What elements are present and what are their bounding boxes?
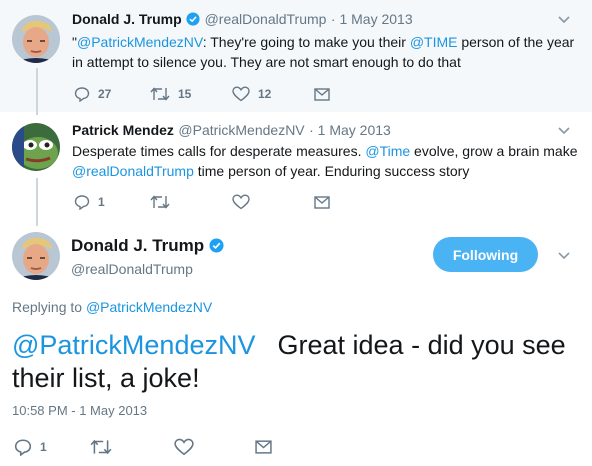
retweet-action[interactable]: 15 bbox=[150, 86, 191, 102]
heart-icon bbox=[174, 438, 194, 456]
author-name[interactable]: Patrick Mendez bbox=[72, 122, 174, 138]
mention-link[interactable]: @realDonaldTrump bbox=[72, 163, 194, 179]
reply-action[interactable]: 1 bbox=[14, 438, 47, 456]
thread-line bbox=[36, 68, 38, 115]
like-count: 12 bbox=[258, 87, 272, 101]
tweet-text: Desperate times calls for desperate meas… bbox=[72, 141, 582, 181]
reply-icon bbox=[14, 439, 32, 456]
avatar[interactable] bbox=[12, 232, 60, 280]
envelope-icon bbox=[314, 196, 330, 209]
reply-count: 1 bbox=[98, 195, 105, 209]
text-fragment: person of the year bbox=[457, 34, 575, 50]
tweet-date[interactable]: 1 May 2013 bbox=[318, 122, 391, 138]
text-fragment: evolve, grow a brain make bbox=[410, 143, 578, 159]
like-action[interactable] bbox=[174, 438, 194, 456]
avatar[interactable] bbox=[12, 123, 60, 171]
tweet-date[interactable]: 1 May 2013 bbox=[339, 11, 412, 27]
heart-icon bbox=[232, 194, 250, 210]
envelope-icon bbox=[255, 440, 272, 454]
text-fragment: Great idea - did you see bbox=[277, 330, 566, 360]
text-fragment: Desperate times calls for desperate meas… bbox=[72, 143, 366, 159]
retweet-icon bbox=[90, 439, 112, 455]
verified-badge-icon bbox=[186, 12, 200, 26]
avatar[interactable] bbox=[12, 15, 60, 63]
reply-icon bbox=[74, 87, 90, 102]
reply-action[interactable]: 27 bbox=[74, 86, 111, 102]
mention-link[interactable]: @Time bbox=[365, 143, 410, 159]
retweet-count: 15 bbox=[178, 87, 192, 101]
reply-count: 27 bbox=[98, 87, 112, 101]
text-line: in attempt to silence you. They are not … bbox=[72, 54, 461, 70]
tweet-header: Donald J. Trump @realDonaldTrump · 1 May… bbox=[72, 11, 413, 29]
chevron-down-icon[interactable] bbox=[558, 127, 570, 135]
tweet-text: @PatrickMendezNV Great idea - did you see… bbox=[12, 329, 587, 395]
mention-link[interactable]: @PatrickMendezNV bbox=[12, 330, 256, 360]
following-button[interactable]: Following bbox=[433, 237, 538, 272]
thread-line bbox=[36, 178, 38, 226]
retweet-action[interactable] bbox=[150, 194, 170, 210]
envelope-icon bbox=[314, 88, 330, 101]
mention-link[interactable]: @TIME bbox=[410, 34, 458, 50]
message-action[interactable] bbox=[314, 87, 330, 101]
verified-badge-icon bbox=[209, 238, 224, 253]
like-action[interactable] bbox=[232, 194, 250, 210]
author-handle[interactable]: @realDonaldTrump bbox=[71, 261, 193, 277]
text-line: their list, a joke! bbox=[12, 363, 200, 393]
replying-to: Replying to @PatrickMendezNV bbox=[12, 299, 212, 315]
message-action[interactable] bbox=[255, 439, 272, 454]
author-handle[interactable]: @PatrickMendezNV bbox=[178, 122, 304, 138]
mention-link[interactable]: @PatrickMendezNV bbox=[77, 34, 203, 50]
separator-dot: · bbox=[309, 122, 318, 138]
heart-icon bbox=[232, 86, 250, 102]
retweet-icon bbox=[150, 195, 170, 209]
retweet-action[interactable] bbox=[90, 438, 112, 456]
tweet-text: "@PatrickMendezNV: They're going to make… bbox=[72, 32, 582, 72]
retweet-icon bbox=[150, 87, 170, 101]
chevron-down-icon[interactable] bbox=[558, 16, 570, 24]
author-name[interactable]: Donald J. Trump bbox=[72, 11, 182, 27]
text-fragment: : They're going to make you their bbox=[202, 34, 410, 50]
reply-count: 1 bbox=[40, 440, 47, 454]
tweet-header: Patrick Mendez @PatrickMendezNV · 1 May … bbox=[72, 122, 391, 140]
replying-to-label: Replying to bbox=[12, 299, 86, 315]
author-line: Donald J. Trump bbox=[71, 236, 224, 256]
reply-icon bbox=[74, 195, 90, 210]
message-action[interactable] bbox=[314, 195, 330, 209]
text-fragment: time person of year. Enduring success st… bbox=[193, 163, 470, 179]
like-action[interactable]: 12 bbox=[232, 86, 271, 102]
chevron-down-icon[interactable] bbox=[558, 252, 570, 260]
tweet-timestamp[interactable]: 10:58 PM - 1 May 2013 bbox=[12, 403, 147, 418]
author-handle[interactable]: @realDonaldTrump bbox=[205, 11, 327, 27]
author-name[interactable]: Donald J. Trump bbox=[71, 236, 204, 255]
mention-link[interactable]: @PatrickMendezNV bbox=[86, 299, 212, 315]
reply-action[interactable]: 1 bbox=[74, 194, 105, 210]
